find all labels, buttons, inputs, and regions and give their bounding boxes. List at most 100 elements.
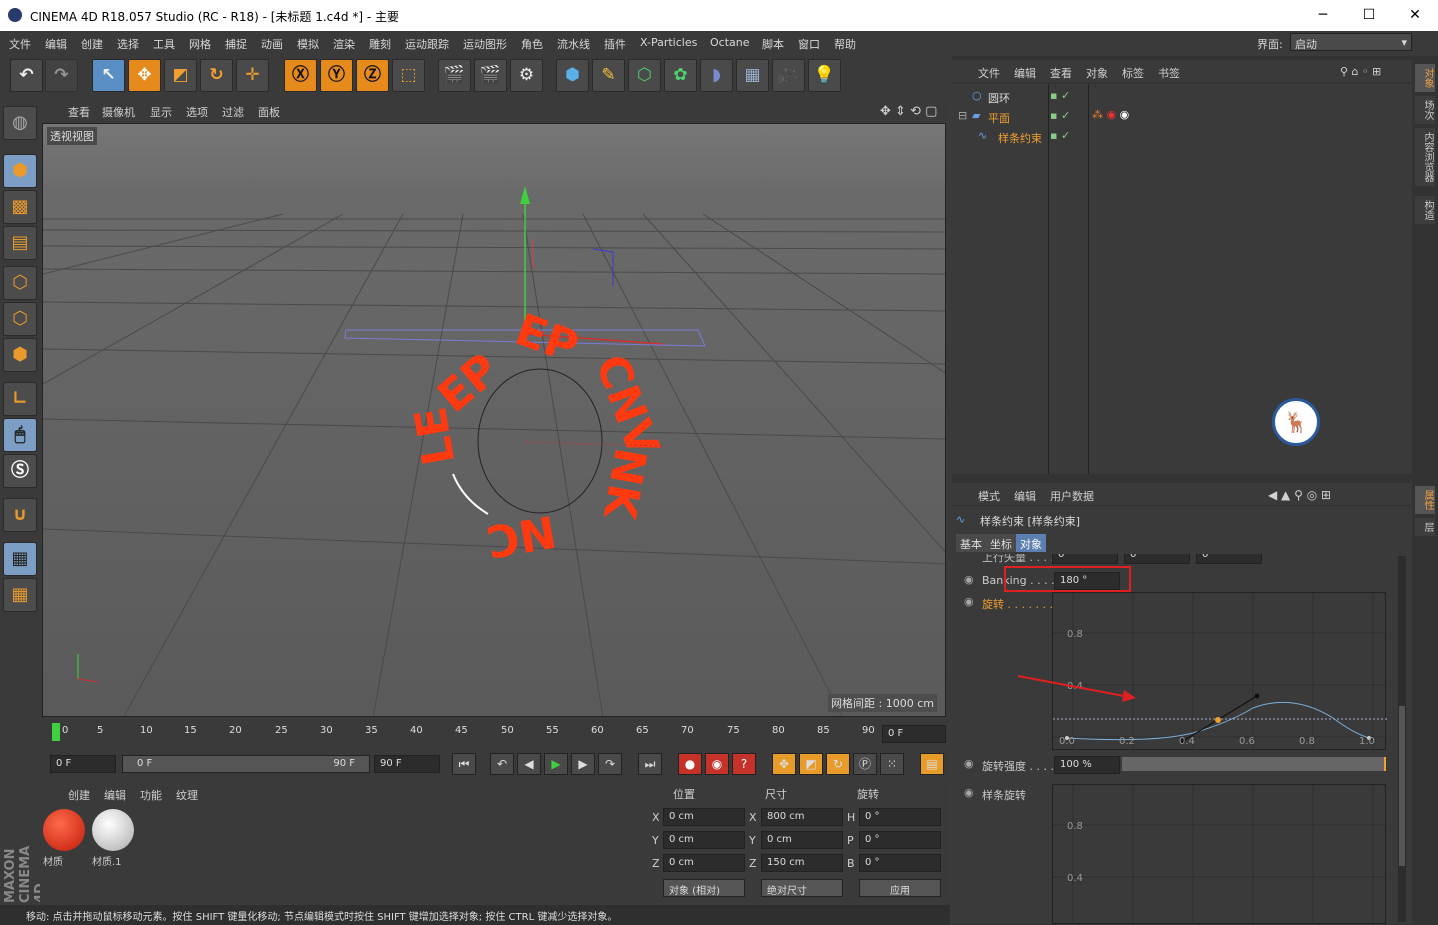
rot-p-field[interactable]: 0 ° <box>859 831 941 849</box>
object-row[interactable]: ∿ 样条约束 ▪ ✓ <box>952 126 1412 146</box>
side-tab-takes[interactable]: 场次 <box>1415 96 1435 124</box>
side-tab-attributes[interactable]: 属性 <box>1415 486 1435 514</box>
om-menu-view[interactable]: 查看 <box>1050 65 1072 81</box>
menu-script[interactable]: 脚本 <box>762 36 784 52</box>
goto-end-icon[interactable]: ⏭ <box>638 753 662 775</box>
next-key-icon[interactable]: ↷ <box>598 753 622 775</box>
coord-mode-select[interactable]: 对象 (相对) <box>663 879 745 897</box>
light-icon[interactable]: 💡 <box>808 59 841 92</box>
timeline-window-icon[interactable]: ▤ <box>920 753 944 775</box>
anim-dot-icon[interactable]: ◉ <box>964 786 974 799</box>
menu-edit[interactable]: 编辑 <box>45 36 67 52</box>
side-tab-layers[interactable]: 层 <box>1415 518 1435 536</box>
y-axis-lock-icon[interactable]: Ⓨ <box>320 59 353 92</box>
pos-z-field[interactable]: 0 cm <box>663 854 745 872</box>
snap-magnet-icon[interactable]: ∪ <box>3 498 37 532</box>
partial-field[interactable]: 0 <box>1052 554 1118 564</box>
am-menu-edit[interactable]: 编辑 <box>1014 488 1036 504</box>
maximize-button[interactable]: ☐ <box>1346 0 1392 31</box>
prev-key-icon[interactable]: ↶ <box>490 753 514 775</box>
om-menu-bookmarks[interactable]: 书签 <box>1158 65 1180 81</box>
planar-workplane-icon[interactable]: ▦ <box>3 578 37 612</box>
vp-menu-view[interactable]: 查看 <box>68 104 90 120</box>
visibility-icon[interactable]: ▪ ✓ <box>1050 109 1070 122</box>
live-selection-icon[interactable]: ↖ <box>92 59 125 92</box>
end-frame-field[interactable]: 90 F <box>374 755 440 773</box>
autokey-icon[interactable]: ◉ <box>705 753 729 775</box>
spline-rotation-curve-editor[interactable]: 0.8 0.4 <box>1052 784 1387 925</box>
menu-window[interactable]: 窗口 <box>798 36 820 52</box>
menu-pipeline[interactable]: 流水线 <box>557 36 590 52</box>
texture-mode-icon[interactable]: ▩ <box>3 190 37 224</box>
anim-dot-icon[interactable]: ◉ <box>964 595 974 608</box>
render-settings-icon[interactable]: ⚙ <box>510 59 543 92</box>
mat-menu-edit[interactable]: 编辑 <box>104 787 126 803</box>
viewport-nav-icon[interactable]: ✥ ⇕ ⟲ ▢ <box>880 104 937 119</box>
move-tool-icon[interactable]: ✥ <box>128 59 161 92</box>
camera-icon[interactable]: 🎥 <box>772 59 805 92</box>
key-pla-icon[interactable]: ⁙ <box>880 753 904 775</box>
prev-frame-icon[interactable]: ◀ <box>517 753 541 775</box>
strength-field[interactable]: 100 % <box>1054 756 1120 774</box>
size-mode-select[interactable]: 绝对尺寸 <box>761 879 843 897</box>
am-menu-userdata[interactable]: 用户数据 <box>1050 488 1094 504</box>
z-axis-lock-icon[interactable]: Ⓩ <box>356 59 389 92</box>
tweak-mouse-icon[interactable]: 🖱 <box>3 418 37 452</box>
tab-coord[interactable]: 坐标 <box>986 534 1016 552</box>
undo-icon[interactable]: ↶ <box>10 59 43 92</box>
size-z-field[interactable]: 150 cm <box>761 854 843 872</box>
pos-x-field[interactable]: 0 cm <box>663 808 745 826</box>
side-tab-objects[interactable]: 对象 <box>1415 64 1435 92</box>
menu-render[interactable]: 渲染 <box>333 36 355 52</box>
visibility-icon[interactable]: ▪ ✓ <box>1050 129 1070 142</box>
edges-mode-icon[interactable]: ⬡ <box>3 302 37 336</box>
menu-animate[interactable]: 动画 <box>261 36 283 52</box>
redo-icon[interactable]: ↷ <box>45 59 78 92</box>
vp-menu-filter[interactable]: 过滤 <box>222 104 244 120</box>
om-menu-edit[interactable]: 编辑 <box>1014 65 1036 81</box>
menu-snap[interactable]: 捕捉 <box>225 36 247 52</box>
key-parameter-icon[interactable]: Ⓟ <box>853 753 877 775</box>
object-row[interactable]: ⊟ ▰ 平面 ▪ ✓ ⁂ ◉ ◉ <box>952 106 1412 126</box>
vp-menu-panel[interactable]: 面板 <box>258 104 280 120</box>
points-mode-icon[interactable]: ⬡ <box>3 266 37 300</box>
x-axis-lock-icon[interactable]: Ⓧ <box>284 59 317 92</box>
menu-motion-tracking[interactable]: 运动跟踪 <box>405 36 449 52</box>
start-frame-field[interactable]: 0 F <box>50 755 116 773</box>
tag-icons[interactable]: ⁂ ◉ ◉ <box>1092 108 1129 121</box>
key-position-icon[interactable]: ✥ <box>772 753 796 775</box>
menu-mesh[interactable]: 网格 <box>189 36 211 52</box>
menu-sculpt[interactable]: 雕刻 <box>369 36 391 52</box>
pos-y-field[interactable]: 0 cm <box>663 831 745 849</box>
rot-b-field[interactable]: 0 ° <box>859 854 941 872</box>
render-picture-viewer-icon[interactable]: 🎬 <box>474 59 507 92</box>
tab-basic[interactable]: 基本 <box>956 534 986 552</box>
mat-menu-function[interactable]: 功能 <box>140 787 162 803</box>
solo-icon[interactable]: Ⓢ <box>3 454 37 488</box>
menu-mograph[interactable]: 运动图形 <box>463 36 507 52</box>
menu-xparticles[interactable]: X-Particles <box>640 36 697 49</box>
frame-range-slider[interactable]: 0 F 90 F <box>122 755 370 773</box>
size-y-field[interactable]: 0 cm <box>761 831 843 849</box>
play-icon[interactable]: ▶ <box>544 753 568 775</box>
attribute-scrollbar[interactable] <box>1398 556 1406 922</box>
visibility-icon[interactable]: ▪ ✓ <box>1050 89 1070 102</box>
locked-workplane-icon[interactable]: ▦ <box>3 542 37 576</box>
collapse-icon[interactable]: ⊟ <box>958 109 967 122</box>
current-frame-field[interactable]: 0 F <box>882 725 946 743</box>
object-row[interactable]: ○ 圆环 ▪ ✓ <box>952 86 1412 106</box>
subdivision-icon[interactable]: ⬡ <box>628 59 661 92</box>
deformer-icon[interactable]: ◗ <box>700 59 733 92</box>
menu-help[interactable]: 帮助 <box>834 36 856 52</box>
goto-start-icon[interactable]: ⏮ <box>452 753 476 775</box>
pen-spline-icon[interactable]: ✎ <box>592 59 625 92</box>
apply-button[interactable]: 应用 <box>859 879 941 897</box>
material-item[interactable]: 材质 <box>43 809 85 868</box>
model-mode-icon[interactable]: ⬢ <box>3 154 37 188</box>
render-view-icon[interactable]: 🎬 <box>438 59 471 92</box>
next-frame-icon[interactable]: ▶ <box>571 753 595 775</box>
coordinate-system-icon[interactable]: ⬚ <box>392 59 425 92</box>
minimize-button[interactable]: ─ <box>1300 0 1346 31</box>
perspective-viewport[interactable]: EP EP CNV NK NC LE 透视视图 网格间距 : 1000 cm <box>42 123 946 717</box>
scale-tool-icon[interactable]: ◩ <box>164 59 197 92</box>
